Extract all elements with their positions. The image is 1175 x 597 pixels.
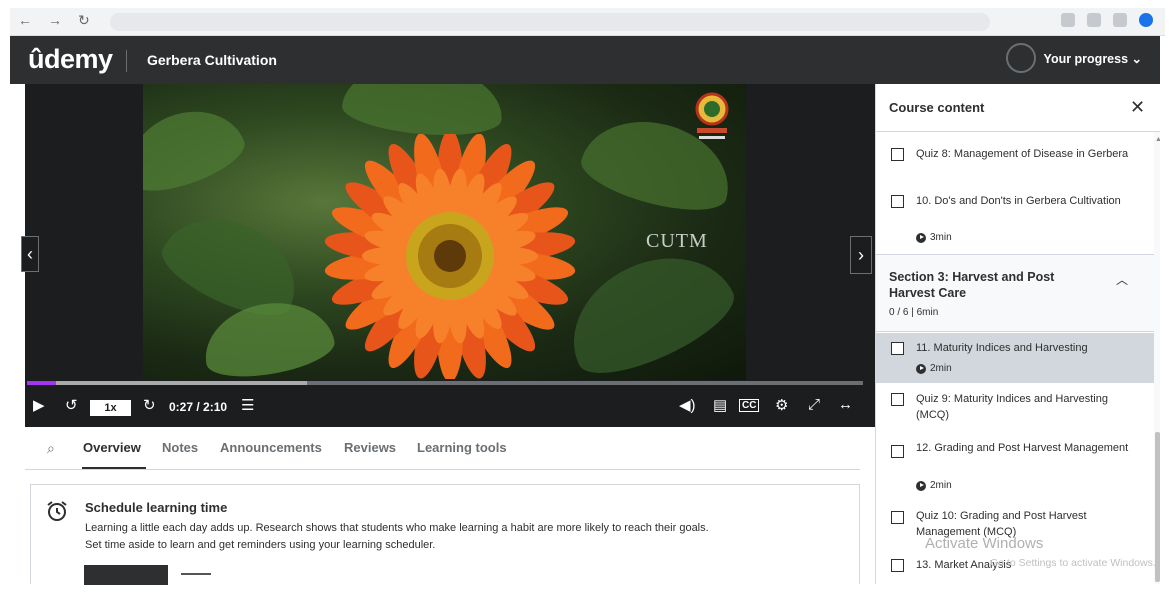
extension-icon[interactable] <box>1061 13 1075 27</box>
completion-checkbox[interactable] <box>891 148 904 161</box>
reload-icon[interactable]: ↻ <box>78 12 90 29</box>
bookmark-icon[interactable] <box>1087 13 1101 27</box>
get-started-button[interactable] <box>84 565 168 585</box>
video-player[interactable]: CUTM ‹ › ▶ ↺ 1x ↻ 0:27 / 2:10 ☰ ◀) ▤ CC … <box>21 84 875 427</box>
captions-icon[interactable]: CC <box>739 399 760 412</box>
play-circle-icon <box>916 480 926 491</box>
curriculum-item-label: 12. Grading and Post Harvest Management <box>916 442 1129 454</box>
schedule-description: Learning a little each day adds up. Rese… <box>85 520 845 554</box>
dismiss-button[interactable] <box>181 573 211 575</box>
next-lecture-button[interactable]: › <box>850 236 872 274</box>
schedule-title: Schedule learning time <box>85 500 228 515</box>
tab-notes[interactable]: Notes <box>162 440 198 455</box>
video-controls: ▶ ↺ 1x ↻ 0:27 / 2:10 ☰ ◀) ▤ CC ⚙ ⤢ ↔ <box>25 388 875 424</box>
scrollbar-thumb[interactable] <box>1155 432 1160 582</box>
progress-label: Your progress ⌄ <box>1043 51 1142 66</box>
forward-5s-icon[interactable]: ↻ <box>143 396 156 414</box>
video-overlay-text: CUTM <box>646 230 708 252</box>
expand-width-icon[interactable]: ↔ <box>838 396 853 413</box>
curriculum-item-current[interactable]: 11. Maturity Indices and Harvesting 2min <box>876 333 1154 383</box>
sidebar-title: Course content <box>889 100 985 115</box>
settings-gear-icon[interactable]: ⚙ <box>775 396 788 414</box>
sidebar-scrollbar[interactable]: ▲ <box>1154 132 1160 584</box>
course-content-sidebar: Course content ✕ Quiz 8: Management of D… <box>875 84 1160 584</box>
udemy-logo[interactable]: ûdemy <box>28 44 113 75</box>
browser-toolbar: ← → ↻ <box>10 8 1165 36</box>
lecture-duration: 2min <box>916 363 952 374</box>
schedule-learning-card: Schedule learning time Learning a little… <box>30 484 860 585</box>
video-time: 0:27 / 2:10 <box>169 400 228 414</box>
progress-ring-icon <box>1005 43 1036 73</box>
curriculum-item-label: Quiz 9: Maturity Indices and Harvesting … <box>916 393 1108 421</box>
active-tab-indicator <box>82 467 146 469</box>
course-tabs: ⌕ Overview Notes Announcements Reviews L… <box>25 430 860 470</box>
schedule-description-line: Set time aside to learn and get reminder… <box>85 539 436 551</box>
back-icon[interactable]: ← <box>18 12 32 28</box>
scroll-up-icon[interactable]: ▲ <box>1155 136 1160 146</box>
rewind-icon[interactable]: ↺ <box>65 396 78 414</box>
sidebar-header: Course content ✕ <box>876 84 1160 132</box>
video-progress-bar[interactable] <box>27 381 863 385</box>
fullscreen-icon[interactable]: ⤢ <box>808 396 820 413</box>
leaf-shape <box>340 84 506 141</box>
progress-button[interactable]: Your progress ⌄ <box>1005 43 1142 73</box>
curriculum-item[interactable]: Quiz 8: Management of Disease in Gerbera <box>876 139 1154 185</box>
transcript-icon[interactable]: ▤ <box>713 396 727 414</box>
tab-announcements[interactable]: Announcements <box>220 440 322 455</box>
video-frame[interactable]: CUTM <box>143 84 746 380</box>
university-seal-logo <box>695 92 729 139</box>
download-icon[interactable] <box>1113 13 1127 27</box>
gerbera-flower-image <box>324 134 576 379</box>
curriculum-item[interactable]: 12. Grading and Post Harvest Management … <box>876 436 1154 502</box>
windows-watermark-subtitle: Go to Settings to activate Windows. <box>990 557 1156 569</box>
play-icon[interactable]: ▶ <box>33 396 45 414</box>
completion-checkbox[interactable] <box>891 559 904 572</box>
curriculum-item-label: 10. Do's and Don'ts in Gerbera Cultivati… <box>916 195 1121 207</box>
course-title[interactable]: Gerbera Cultivation <box>147 52 277 68</box>
duration-text: 2min <box>930 363 952 374</box>
completion-checkbox[interactable] <box>891 195 904 208</box>
section-meta: 0 / 6 | 6min <box>889 307 939 318</box>
section-header[interactable]: Section 3: Harvest and Post Harvest Care… <box>876 254 1154 332</box>
duration-text: 3min <box>930 232 952 243</box>
playlist-icon[interactable]: ☰ <box>241 396 254 414</box>
video-progress-fill <box>27 381 57 385</box>
curriculum-item[interactable]: Quiz 9: Maturity Indices and Harvesting … <box>876 384 1154 436</box>
schedule-description-line: Learning a little each day adds up. Rese… <box>85 522 709 534</box>
curriculum-item-label: Quiz 8: Management of Disease in Gerbera <box>916 148 1129 160</box>
completion-checkbox[interactable] <box>891 445 904 458</box>
header-divider <box>126 50 127 72</box>
tab-overview[interactable]: Overview <box>83 440 141 455</box>
curriculum-item-label: 11. Maturity Indices and Harvesting <box>916 342 1088 354</box>
tab-reviews[interactable]: Reviews <box>344 440 396 455</box>
section-title: Section 3: Harvest and Post Harvest Care <box>889 270 1055 300</box>
browser-extensions <box>1061 13 1153 27</box>
completion-checkbox[interactable] <box>891 511 904 524</box>
curriculum-item[interactable]: 10. Do's and Don'ts in Gerbera Cultivati… <box>876 186 1154 252</box>
tab-learning-tools[interactable]: Learning tools <box>417 440 507 455</box>
volume-icon[interactable]: ◀) <box>679 396 696 414</box>
screenshot-frame: ← → ↻ ûdemy Gerbera Cultivation Your pro… <box>0 0 1175 597</box>
app-header: ûdemy Gerbera Cultivation Your progress … <box>10 36 1160 84</box>
profile-avatar[interactable] <box>1139 13 1153 27</box>
leaf-shape <box>143 95 252 203</box>
play-circle-icon <box>916 363 926 374</box>
windows-watermark: Activate Windows <box>925 535 1044 552</box>
chevron-up-icon[interactable]: ︿ <box>1116 271 1128 288</box>
lecture-duration: 3min <box>916 232 952 243</box>
previous-lecture-button[interactable]: ‹ <box>21 236 39 272</box>
video-buffer-bar <box>27 381 308 385</box>
forward-icon[interactable]: → <box>48 12 62 28</box>
playback-speed-button[interactable]: 1x <box>90 400 131 416</box>
duration-text: 2min <box>930 480 952 491</box>
alarm-clock-icon <box>47 501 67 521</box>
play-circle-icon <box>916 232 926 243</box>
close-icon[interactable]: ✕ <box>1130 97 1145 118</box>
address-bar[interactable] <box>110 13 990 31</box>
completion-checkbox[interactable] <box>891 393 904 406</box>
completion-checkbox[interactable] <box>891 342 904 355</box>
lecture-duration: 2min <box>916 480 952 491</box>
search-icon[interactable]: ⌕ <box>47 440 55 457</box>
